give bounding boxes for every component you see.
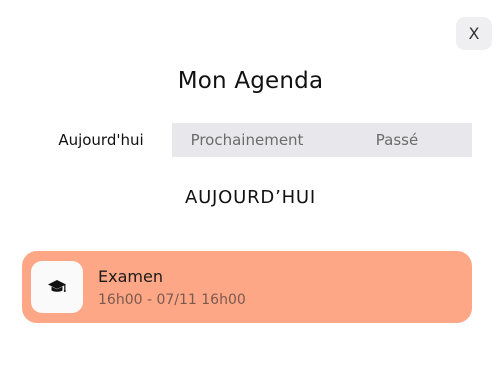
event-card[interactable]: Examen 16h00 - 07/11 16h00 (22, 251, 472, 323)
tab-group-inactive: Prochainement Passé (172, 123, 472, 157)
event-time: 16h00 - 07/11 16h00 (98, 292, 246, 308)
section-heading-today: AUJOURD’HUI (184, 187, 317, 208)
close-button[interactable]: X (456, 17, 492, 50)
tab-today-label: Aujourd'hui (58, 131, 144, 149)
event-icon-box (31, 261, 83, 313)
agenda-tabs: Aujourd'hui Prochainement Passé (30, 123, 472, 157)
page-title: Mon Agenda (177, 68, 324, 94)
tab-today[interactable]: Aujourd'hui (30, 123, 172, 157)
tab-upcoming-label: Prochainement (190, 131, 304, 149)
tab-past-label: Passé (375, 131, 419, 149)
tab-past[interactable]: Passé (322, 123, 472, 157)
tab-upcoming[interactable]: Prochainement (172, 123, 322, 157)
event-title: Examen (98, 267, 163, 286)
agenda-modal: X Mon Agenda Aujourd'hui Prochainement P… (0, 0, 501, 385)
graduation-cap-icon (48, 280, 66, 292)
close-button-label: X (468, 24, 480, 43)
